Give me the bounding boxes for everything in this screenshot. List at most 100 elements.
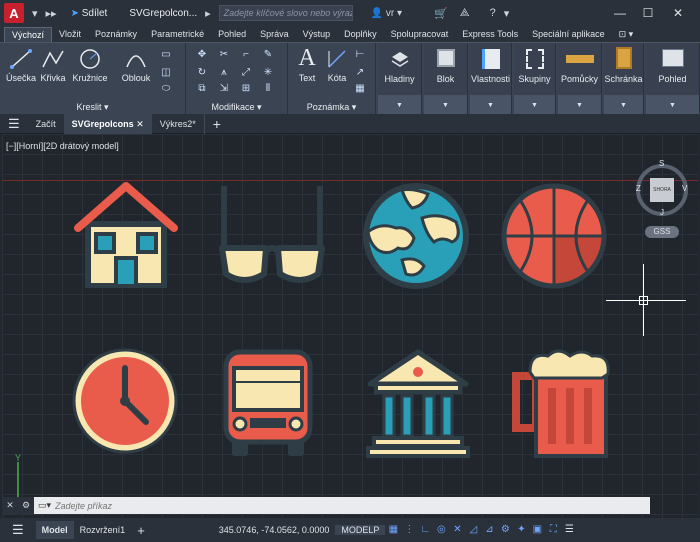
command-history-icon[interactable]: ▭▾: [38, 500, 51, 511]
viewcube-face[interactable]: SHORA: [650, 178, 674, 202]
groups-dropdown-icon[interactable]: ▼: [514, 95, 555, 115]
title-expand-icon[interactable]: ▸: [205, 7, 211, 20]
offset-icon[interactable]: ⫴: [262, 83, 274, 95]
ellipse-icon[interactable]: ⬭: [160, 83, 172, 95]
polyline-tool[interactable]: Křivka: [38, 47, 68, 83]
workspace-icon[interactable]: ⚙: [499, 524, 511, 536]
tab-vychozi[interactable]: Výchozí: [4, 27, 53, 42]
quick-access-forward-icon[interactable]: ▸▸: [46, 7, 57, 20]
arc-tool[interactable]: Oblouk: [118, 47, 154, 83]
erase-icon[interactable]: ✎: [262, 49, 274, 61]
tab-doplnky[interactable]: Doplňky: [337, 27, 384, 42]
drawing-canvas[interactable]: [−][Horní][2D drátový model] SHORA S Z V…: [2, 134, 698, 518]
viewcube-west[interactable]: Z: [636, 184, 641, 193]
view-dropdown-icon[interactable]: ▼: [646, 95, 699, 115]
user-account[interactable]: 👤 vr ▾: [371, 8, 402, 19]
new-tab-icon[interactable]: +: [203, 113, 229, 134]
viewcube-north[interactable]: S: [659, 159, 664, 168]
close-button[interactable]: ✕: [664, 0, 692, 26]
isodraft-icon[interactable]: ✕: [451, 524, 463, 536]
leader-icon[interactable]: ↗: [354, 67, 366, 79]
app-menu-icon[interactable]: ☰: [0, 114, 28, 134]
stretch-icon[interactable]: ⇲: [218, 83, 230, 95]
close-tab-icon[interactable]: ✕: [136, 119, 144, 129]
rotate-icon[interactable]: ↻: [196, 67, 208, 79]
help-icon[interactable]: ?: [490, 7, 496, 19]
polar-icon[interactable]: ◎: [435, 524, 447, 536]
array-icon[interactable]: ⊞: [240, 83, 252, 95]
help-dropdown-icon[interactable]: ▾: [504, 7, 510, 20]
tab-vlozit[interactable]: Vložit: [52, 27, 88, 42]
settings-wrench-icon[interactable]: ⚙: [18, 497, 34, 514]
hardware-accel-icon[interactable]: ▣: [531, 524, 543, 536]
annotation-group-label[interactable]: Poznámka ▾: [288, 102, 375, 113]
command-input[interactable]: [55, 500, 576, 511]
file-tab-svgrepolcons[interactable]: SVGrepolcons ✕: [63, 113, 152, 134]
fillet-icon[interactable]: ⌐: [240, 49, 252, 61]
grid-icon[interactable]: ▦: [387, 524, 399, 536]
panel-view[interactable]: Pohled ▼: [646, 43, 700, 115]
osnap-icon[interactable]: ◿: [467, 524, 479, 536]
block-dropdown-icon[interactable]: ▼: [424, 95, 467, 115]
file-tab-vykres2[interactable]: Výkres2*: [152, 114, 204, 134]
table-icon[interactable]: ▦: [354, 83, 366, 95]
tab-spolupracovat[interactable]: Spolupracovat: [384, 27, 456, 42]
close-command-icon[interactable]: ✕: [2, 497, 18, 514]
app-logo[interactable]: A: [4, 3, 24, 23]
autodesk-a360-icon[interactable]: ⟁: [460, 7, 470, 20]
tab-specialni-aplikace[interactable]: Speciální aplikace: [525, 27, 612, 42]
tab-pohled[interactable]: Pohled: [211, 27, 253, 42]
linear-dim-icon[interactable]: ⊢: [354, 49, 366, 61]
move-icon[interactable]: ✥: [196, 49, 208, 61]
quick-access-dropdown-icon[interactable]: ▾: [32, 7, 38, 20]
scale-icon[interactable]: ⤢: [240, 67, 252, 79]
minimize-button[interactable]: —: [606, 0, 634, 26]
tab-sprava[interactable]: Správa: [253, 27, 296, 42]
tab-poznamky[interactable]: Poznámky: [88, 27, 144, 42]
tab-vystup[interactable]: Výstup: [296, 27, 338, 42]
add-layout-icon[interactable]: +: [131, 523, 151, 538]
panel-properties[interactable]: Vlastnosti ▼: [470, 43, 512, 115]
search-input[interactable]: Zadejte klíčové slovo nebo výraz.⌕: [218, 5, 353, 21]
isolate-icon[interactable]: ✦: [515, 524, 527, 536]
draw-group-label[interactable]: Kreslit ▾: [0, 102, 185, 113]
tab-express-tools[interactable]: Express Tools: [455, 27, 525, 42]
tab-layout1[interactable]: Rozvržení1: [74, 525, 132, 535]
coordinates-display[interactable]: 345.0746, -74.0562, 0.0000: [213, 525, 336, 535]
mirror-icon[interactable]: ⩚: [218, 67, 230, 79]
status-menu-icon[interactable]: ☰: [0, 522, 36, 538]
properties-dropdown-icon[interactable]: ▼: [470, 95, 511, 115]
ortho-icon[interactable]: ∟: [419, 524, 431, 536]
panel-groups[interactable]: Skupiny ▼: [514, 43, 556, 115]
circle-tool[interactable]: Kružnice: [72, 47, 108, 83]
modify-group-label[interactable]: Modifikace ▾: [186, 102, 287, 113]
model-space-toggle[interactable]: MODELP: [335, 525, 386, 535]
share-button[interactable]: ➤ Sdílet: [71, 8, 108, 19]
clipboard-dropdown-icon[interactable]: ▼: [604, 95, 643, 115]
panel-layers[interactable]: Hladiny ▼: [378, 43, 422, 115]
viewcube-south[interactable]: J: [660, 208, 664, 217]
trim-icon[interactable]: ✂: [218, 49, 230, 61]
snap-icon[interactable]: ⋮: [403, 524, 415, 536]
explode-icon[interactable]: ✳: [262, 67, 274, 79]
maximize-button[interactable]: ☐: [634, 0, 662, 26]
panel-block[interactable]: Blok ▼: [424, 43, 468, 115]
tab-model[interactable]: Model: [35, 521, 74, 539]
ucs-menu-button[interactable]: GSS: [645, 226, 679, 238]
hatch-icon[interactable]: ◫: [160, 67, 172, 79]
customize-icon[interactable]: ☰: [563, 524, 575, 536]
annotation-scale-icon[interactable]: ⊿: [483, 524, 495, 536]
panel-clipboard[interactable]: Schránka ▼: [604, 43, 644, 115]
utilities-dropdown-icon[interactable]: ▼: [558, 95, 601, 115]
viewport-controls[interactable]: [−][Horní][2D drátový model]: [6, 141, 119, 151]
file-tab-start[interactable]: Začít: [28, 114, 64, 134]
copy-icon[interactable]: ⧉: [196, 83, 208, 95]
panel-utilities[interactable]: Pomůcky ▼: [558, 43, 602, 115]
layers-dropdown-icon[interactable]: ▼: [378, 95, 421, 115]
dimension-tool[interactable]: Kóta: [324, 47, 350, 83]
ribbon-minimize-toggle[interactable]: ⊡ ▾: [612, 27, 641, 42]
line-tool[interactable]: Úsečka: [6, 47, 36, 83]
text-tool[interactable]: A Text: [292, 45, 322, 83]
viewcube-east[interactable]: V: [682, 184, 687, 193]
tab-parametricke[interactable]: Parametrické: [144, 27, 211, 42]
